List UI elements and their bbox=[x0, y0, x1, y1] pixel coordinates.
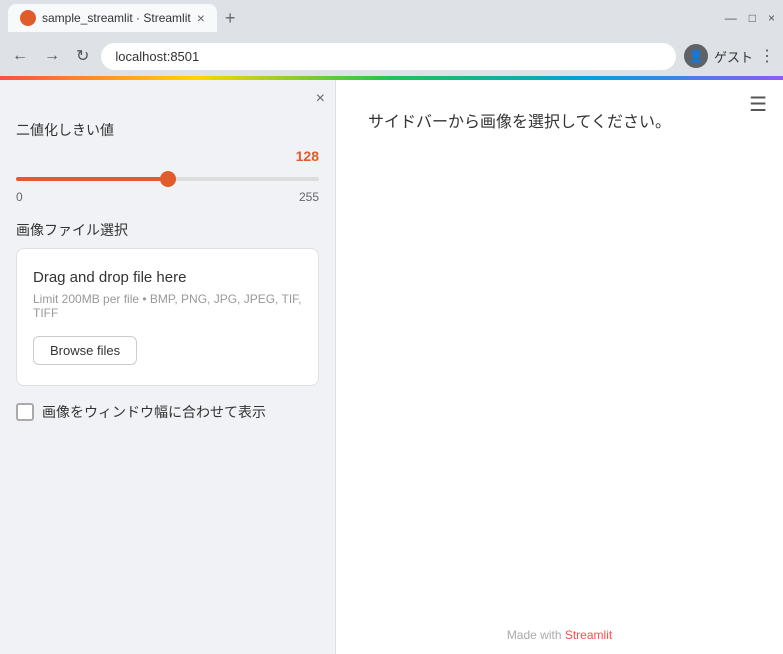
slider-value: 128 bbox=[16, 148, 319, 164]
refresh-button[interactable]: ↻ bbox=[72, 44, 93, 68]
browse-files-button[interactable]: Browse files bbox=[33, 336, 137, 365]
slider-section: 二値化しきい値 128 0 255 bbox=[16, 120, 319, 204]
slider-max: 255 bbox=[299, 190, 319, 204]
user-avatar-button[interactable]: 👤 bbox=[684, 44, 708, 68]
tab-favicon bbox=[20, 10, 36, 26]
forward-button[interactable]: → bbox=[40, 45, 64, 67]
user-label: ゲスト bbox=[714, 47, 753, 66]
checkbox-label: 画像をウィンドウ幅に合わせて表示 bbox=[42, 402, 266, 422]
slider-label: 二値化しきい値 bbox=[16, 120, 319, 140]
main-content: ☰ サイドバーから画像を選択してください。 Made with Streamli… bbox=[336, 80, 783, 654]
threshold-slider[interactable] bbox=[16, 177, 319, 181]
footer-text: Made with bbox=[507, 628, 565, 642]
new-tab-button[interactable]: + bbox=[225, 8, 236, 29]
user-icon: 👤 bbox=[689, 49, 704, 63]
address-bar-input[interactable] bbox=[101, 43, 676, 70]
drag-drop-title: Drag and drop file here bbox=[33, 269, 302, 286]
fit-window-checkbox[interactable] bbox=[16, 403, 34, 421]
slider-minmax: 0 255 bbox=[16, 190, 319, 204]
drag-drop-limit: Limit 200MB per file • BMP, PNG, JPG, JP… bbox=[33, 292, 302, 320]
sidebar: × 二値化しきい値 128 0 255 画像ファイル選択 Drag and dr… bbox=[0, 80, 336, 654]
file-drop-zone[interactable]: Drag and drop file here Limit 200MB per … bbox=[16, 248, 319, 386]
back-button[interactable]: ← bbox=[8, 45, 32, 67]
maximize-button[interactable]: □ bbox=[749, 11, 756, 25]
sidebar-close-button[interactable]: × bbox=[316, 90, 325, 108]
checkbox-section[interactable]: 画像をウィンドウ幅に合わせて表示 bbox=[16, 402, 319, 422]
hamburger-menu-button[interactable]: ☰ bbox=[749, 92, 767, 117]
tab-close-button[interactable]: × bbox=[197, 10, 205, 26]
slider-min: 0 bbox=[16, 190, 23, 204]
main-footer: Made with Streamlit bbox=[336, 628, 783, 642]
file-upload-label: 画像ファイル選択 bbox=[16, 220, 319, 240]
close-window-button[interactable]: × bbox=[768, 11, 775, 25]
streamlit-link[interactable]: Streamlit bbox=[565, 628, 612, 642]
main-instruction: サイドバーから画像を選択してください。 bbox=[368, 108, 751, 132]
browser-menu-button[interactable]: ⋮ bbox=[759, 46, 775, 66]
file-upload-section: 画像ファイル選択 Drag and drop file here Limit 2… bbox=[16, 220, 319, 386]
tab-title: sample_streamlit · Streamlit bbox=[42, 11, 191, 25]
minimize-button[interactable]: — bbox=[725, 11, 737, 25]
